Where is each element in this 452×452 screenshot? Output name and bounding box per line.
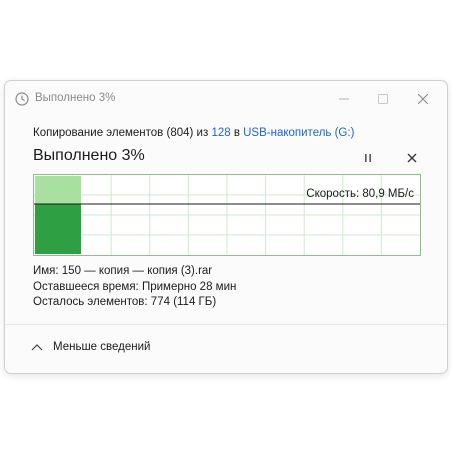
- copy-description: Копирование элементов (804) из 128 в USB…: [33, 127, 354, 139]
- close-icon: [418, 94, 428, 104]
- transfer-speed-graph: Скорость: 80,9 МБ/с: [33, 174, 421, 256]
- fewer-details-button[interactable]: Меньше сведений: [31, 335, 150, 359]
- chevron-up-icon: [31, 344, 43, 351]
- window-title: Выполнено 3%: [35, 92, 116, 104]
- destination-link[interactable]: USB-накопитель (G:): [243, 127, 354, 139]
- speed-label: Скорость: 80,9 МБ/с: [306, 188, 414, 200]
- minimize-button[interactable]: [330, 88, 358, 110]
- copy-middle: в: [230, 127, 244, 139]
- details-panel: Имя: 150 — копия — копия (3).rar Оставше…: [33, 264, 236, 311]
- fewer-details-label: Меньше сведений: [53, 341, 151, 353]
- speed-graph-canvas: [34, 175, 420, 255]
- clock-icon: [15, 92, 29, 106]
- close-icon: [407, 153, 417, 163]
- footer-divider: [5, 324, 447, 325]
- copy-dialog: Выполнено 3% Копирование элементов (804)…: [4, 80, 448, 374]
- progress-fill-light: [35, 176, 81, 205]
- source-link[interactable]: 128: [211, 127, 230, 139]
- title-bar[interactable]: Выполнено 3%: [5, 81, 447, 117]
- maximize-icon: [378, 94, 388, 104]
- minimize-icon: [339, 98, 349, 100]
- copy-prefix: Копирование элементов (804) из: [33, 127, 212, 139]
- time-remaining-row: Оставшееся время: Примерно 28 мин: [33, 280, 237, 293]
- close-window-button[interactable]: [409, 88, 437, 110]
- pause-icon: [365, 154, 371, 162]
- progress-fill: [35, 204, 81, 254]
- pause-button[interactable]: [359, 149, 377, 167]
- file-name-row: Имя: 150 — копия — копия (3).rar: [33, 265, 213, 277]
- maximize-button[interactable]: [369, 88, 397, 110]
- progress-title: Выполнено 3%: [33, 147, 145, 164]
- cancel-button[interactable]: [403, 149, 421, 167]
- items-remaining-row: Осталось элементов: 774 (114 ГБ): [33, 296, 217, 308]
